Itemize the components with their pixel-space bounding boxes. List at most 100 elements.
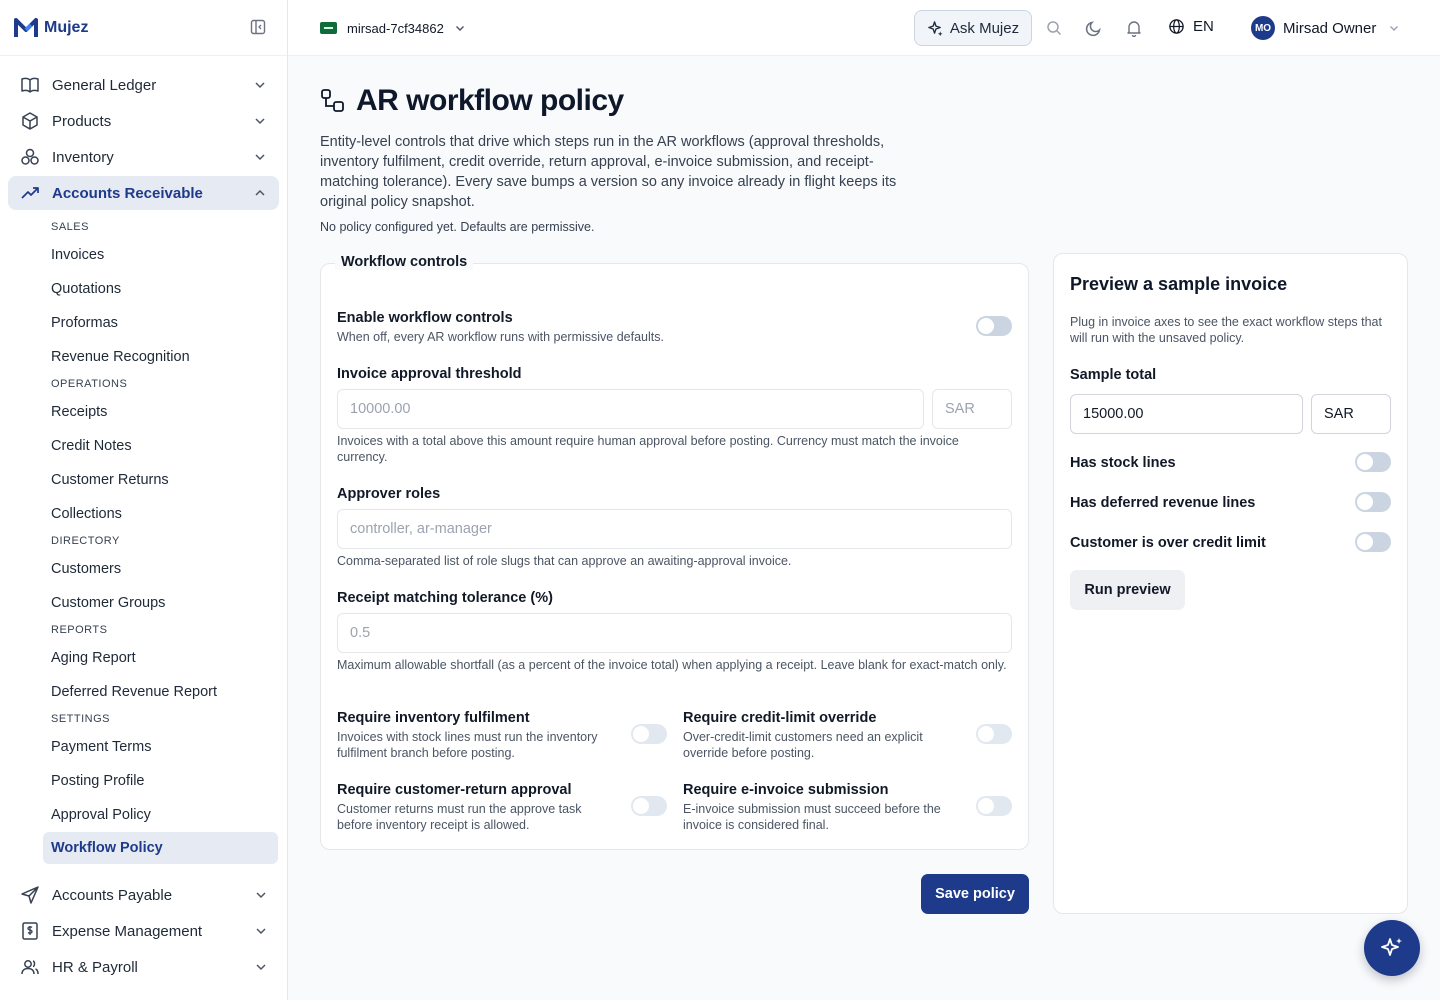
- brand[interactable]: Mujez: [0, 0, 287, 56]
- chevron-down-icon: [454, 22, 466, 34]
- sidebar-collapse-icon[interactable]: [250, 19, 268, 37]
- sidebar-item-payment-terms[interactable]: Payment Terms: [51, 730, 287, 764]
- sidebar-nav: General Ledger Products Inventory Accoun…: [0, 56, 287, 864]
- tolerance-help: Maximum allowable shortfall (as a percen…: [337, 658, 1007, 672]
- threshold-input[interactable]: 10000.00: [337, 389, 924, 429]
- toggle-inventory-help: Invoices with stock lines must run the i…: [337, 730, 598, 760]
- toggle-credit-help: Over-credit-limit customers need an expl…: [683, 730, 923, 760]
- enable-workflow-label: Enable workflow controls: [337, 310, 513, 326]
- sidebar: Mujez General Ledger Products Inventory …: [0, 0, 288, 1000]
- return-approval-toggle[interactable]: [631, 796, 667, 816]
- sidebar-item-general-ledger[interactable]: General Ledger: [8, 68, 279, 102]
- toggle-return-help: Customer returns must run the approve ta…: [337, 802, 582, 832]
- chevron-down-icon: [1388, 22, 1400, 34]
- chevron-down-icon: [253, 78, 267, 92]
- sidebar-item-invoices[interactable]: Invoices: [51, 238, 287, 272]
- sidebar-item-customer-returns[interactable]: Customer Returns: [51, 463, 287, 497]
- user-menu[interactable]: MO Mirsad Owner: [1251, 16, 1400, 40]
- tolerance-input[interactable]: 0.5: [337, 613, 1012, 653]
- preview-title: Preview a sample invoice: [1070, 274, 1288, 294]
- sidebar-item-inventory[interactable]: Inventory: [8, 140, 279, 174]
- entity-name: mirsad-7cf34862: [347, 20, 444, 36]
- sidebar-item-workflow-policy[interactable]: Workflow Policy: [43, 832, 278, 864]
- einvoice-toggle[interactable]: [976, 796, 1012, 816]
- chevron-down-icon: [253, 114, 267, 128]
- sample-total-input[interactable]: 15000.00: [1070, 394, 1303, 434]
- book-icon: [20, 75, 40, 95]
- sidebar-item-collections[interactable]: Collections: [51, 497, 287, 531]
- sidebar-item-expense-management[interactable]: Expense Management: [8, 914, 280, 948]
- sidebar-item-label: Inventory: [52, 148, 114, 166]
- over-credit-limit-label: Customer is over credit limit: [1070, 535, 1266, 551]
- sidebar-item-deferred-revenue-report[interactable]: Deferred Revenue Report: [51, 675, 287, 709]
- has-deferred-revenue-toggle[interactable]: [1355, 492, 1391, 512]
- section-label-sales: SALES: [51, 221, 89, 233]
- sidebar-item-label: HR & Payroll: [52, 958, 138, 976]
- entity-switcher[interactable]: mirsad-7cf34862: [320, 14, 466, 42]
- sidebar-item-label: Expense Management: [52, 922, 203, 940]
- sidebar-item-products[interactable]: Products: [8, 104, 279, 138]
- ask-mujez-button[interactable]: Ask Mujez: [914, 10, 1032, 46]
- sidebar-item-label: Accounts Receivable: [52, 184, 203, 202]
- threshold-currency-input[interactable]: SAR: [932, 389, 1012, 429]
- sample-currency-input[interactable]: SAR: [1311, 394, 1391, 434]
- sidebar-item-posting-profile[interactable]: Posting Profile: [51, 764, 287, 798]
- has-stock-lines-toggle[interactable]: [1355, 452, 1391, 472]
- toggle-inventory-label: Require inventory fulfilment: [337, 710, 530, 726]
- sidebar-item-proformas[interactable]: Proformas: [51, 306, 287, 340]
- enable-workflow-toggle[interactable]: [976, 316, 1012, 336]
- run-preview-button[interactable]: Run preview: [1070, 570, 1185, 610]
- toggle-credit-label: Require credit-limit override: [683, 710, 877, 726]
- cube-icon: [20, 111, 40, 131]
- workflow-icon: [320, 88, 346, 114]
- sidebar-item-accounts-receivable[interactable]: Accounts Receivable: [8, 176, 279, 210]
- chevron-down-icon: [254, 960, 268, 974]
- workflow-controls-legend: Workflow controls: [335, 254, 474, 270]
- sidebar-item-customer-groups[interactable]: Customer Groups: [51, 586, 287, 620]
- sidebar-item-receipts[interactable]: Receipts: [51, 395, 287, 429]
- search-icon[interactable]: [1045, 19, 1063, 37]
- receipt-icon: [20, 921, 40, 941]
- section-label-directory: DIRECTORY: [51, 535, 120, 547]
- page-title: AR workflow policy: [356, 84, 624, 117]
- sidebar-item-label: Accounts Payable: [52, 886, 173, 904]
- credit-override-toggle[interactable]: [976, 724, 1012, 744]
- user-name: Mirsad Owner: [1283, 19, 1377, 37]
- sparkles-icon: [927, 20, 944, 37]
- chevron-down-icon: [254, 924, 268, 938]
- brand-name: Mujez: [44, 18, 89, 36]
- save-policy-button[interactable]: Save policy: [921, 874, 1029, 914]
- avatar: MO: [1251, 16, 1275, 40]
- ask-mujez-label: Ask Mujez: [949, 19, 1020, 37]
- sidebar-bottom-nav: Accounts Payable Expense Management HR &…: [0, 876, 288, 986]
- chevron-down-icon: [254, 888, 268, 902]
- sidebar-item-aging-report[interactable]: Aging Report: [51, 641, 287, 675]
- sidebar-item-revenue-recognition[interactable]: Revenue Recognition: [51, 340, 287, 374]
- threshold-label: Invoice approval threshold: [337, 366, 522, 382]
- policy-status-note: No policy configured yet. Defaults are p…: [320, 220, 595, 234]
- toggle-einvoice-label: Require e-invoice submission: [683, 782, 889, 798]
- preview-help: Plug in invoice axes to see the exact wo…: [1070, 315, 1382, 345]
- has-stock-lines-label: Has stock lines: [1070, 455, 1176, 471]
- inventory-fulfilment-toggle[interactable]: [631, 724, 667, 744]
- sidebar-item-hr-payroll[interactable]: HR & Payroll: [8, 950, 280, 984]
- bell-icon[interactable]: [1125, 19, 1143, 37]
- assistant-fab[interactable]: [1364, 920, 1420, 976]
- sparkles-icon: [1379, 935, 1405, 961]
- chevron-down-icon: [253, 150, 267, 164]
- trending-up-icon: [20, 183, 40, 203]
- workflow-controls-card: Workflow controls Enable workflow contro…: [320, 254, 1029, 850]
- tolerance-label: Receipt matching tolerance (%): [337, 590, 553, 606]
- sidebar-item-approval-policy[interactable]: Approval Policy: [51, 798, 287, 832]
- sidebar-item-customers[interactable]: Customers: [51, 552, 287, 586]
- sidebar-item-accounts-payable[interactable]: Accounts Payable: [8, 878, 280, 912]
- has-deferred-revenue-label: Has deferred revenue lines: [1070, 495, 1256, 511]
- over-credit-limit-toggle[interactable]: [1355, 532, 1391, 552]
- moon-icon[interactable]: [1085, 19, 1103, 37]
- globe-icon: [1168, 18, 1185, 35]
- sidebar-item-quotations[interactable]: Quotations: [51, 272, 287, 306]
- language-switcher[interactable]: EN: [1168, 18, 1214, 35]
- sidebar-item-credit-notes[interactable]: Credit Notes: [51, 429, 287, 463]
- boxes-icon: [20, 147, 40, 167]
- approver-roles-input[interactable]: controller, ar-manager: [337, 509, 1012, 549]
